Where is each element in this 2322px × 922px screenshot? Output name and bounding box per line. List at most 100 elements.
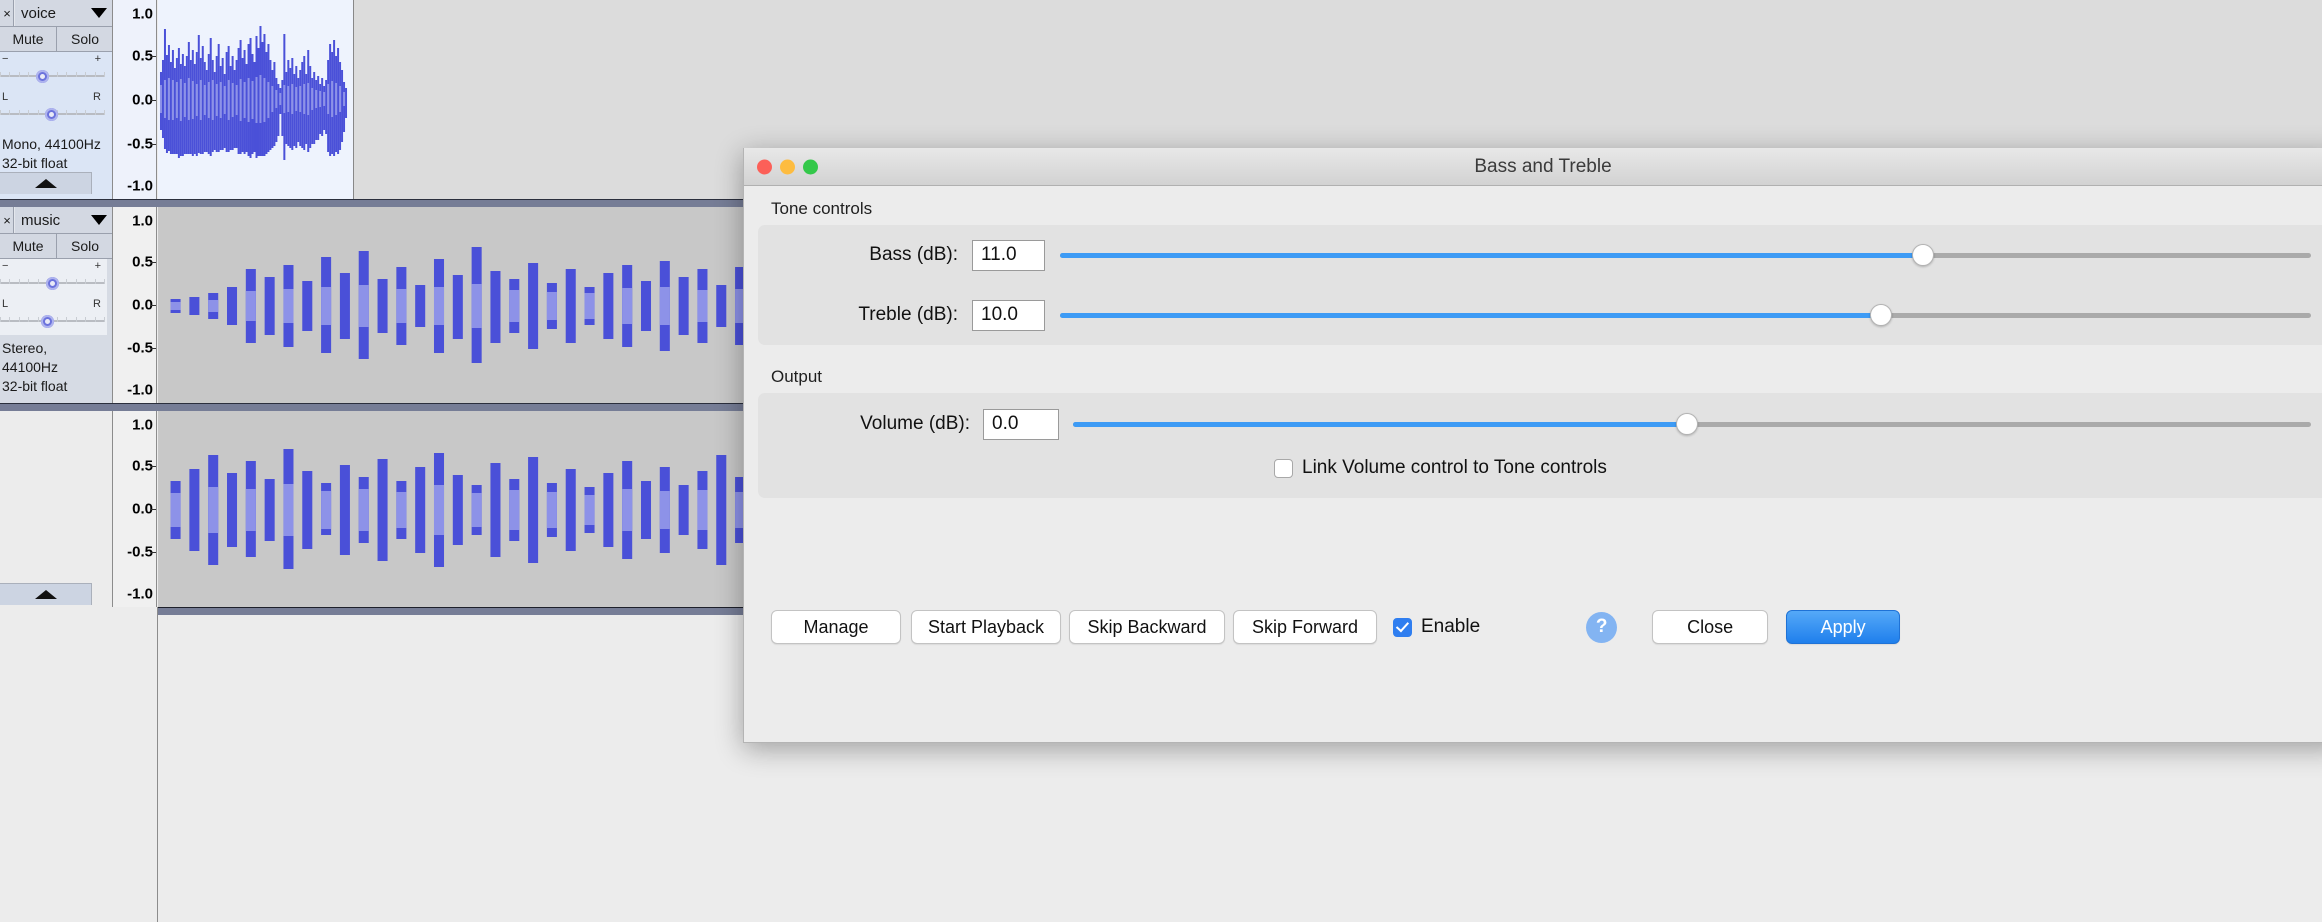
close-button[interactable]: Close — [1652, 610, 1769, 644]
gain-slider[interactable]: − + — [0, 52, 107, 90]
volume-slider[interactable] — [1073, 413, 2311, 435]
chevron-down-icon[interactable] — [91, 215, 107, 225]
solo-button[interactable]: Solo — [56, 27, 112, 51]
ruler-tick: -1.0 — [127, 381, 153, 399]
dialog-footer: Manage Start Playback Skip Backward Skip… — [771, 610, 2322, 644]
solo-button[interactable]: Solo — [56, 234, 112, 258]
skip-forward-button[interactable]: Skip Forward — [1233, 610, 1377, 644]
audio-clip-voice[interactable] — [158, 0, 354, 199]
gain-slider-labels: − + — [0, 259, 103, 273]
mute-solo-row: Mute Solo — [0, 27, 112, 52]
output-label: Output — [771, 367, 823, 386]
pan-slider-thumb[interactable] — [40, 315, 54, 328]
tone-controls-label: Tone controls — [771, 199, 873, 218]
track-sliders: − + L R — [0, 259, 107, 335]
track-name-dropdown[interactable]: voice — [14, 0, 112, 26]
track-format-line1: Stereo, 44100Hz — [2, 340, 59, 375]
mute-solo-row: Mute Solo — [0, 234, 112, 259]
track-panel-music-channel2[interactable] — [0, 411, 113, 607]
output-section: Output Volume (dB): 0.0 Link Volume cont… — [744, 345, 2322, 498]
ruler-tick: -0.5 — [127, 543, 153, 561]
pan-slider-track[interactable] — [0, 108, 105, 121]
ruler-tick: 0.5 — [132, 47, 153, 65]
pan-slider[interactable]: L R — [0, 297, 107, 335]
track-format-line1: Mono, 44100Hz — [2, 136, 101, 152]
output-group: Volume (dB): 0.0 Link Volume control to … — [758, 393, 2322, 498]
enable-label: Enable — [1421, 616, 1481, 637]
empty-panel-area — [0, 607, 158, 922]
pan-left-label: L — [2, 91, 9, 103]
close-track-icon[interactable]: × — [0, 207, 14, 233]
track-info: Mono, 44100Hz 32-bit float — [2, 135, 107, 173]
ruler-tick: 1.0 — [132, 416, 153, 434]
collapse-track-button[interactable] — [0, 583, 92, 605]
gain-slider[interactable]: − + — [0, 259, 107, 297]
track-name-dropdown[interactable]: music — [14, 207, 112, 233]
ruler-tick: 1.0 — [132, 5, 153, 23]
volume-label: Volume (dB): — [860, 413, 970, 434]
pan-right-label: R — [93, 298, 101, 310]
track-panel-voice[interactable]: × voice Mute Solo − + L R Mono, 44100Hz … — [0, 0, 113, 199]
ruler-tick: -0.5 — [127, 135, 153, 153]
bass-value-field[interactable]: 11.0 — [972, 239, 1045, 271]
gain-slider-track[interactable] — [0, 70, 105, 83]
pan-slider-track[interactable] — [0, 315, 105, 328]
volume-slider-thumb[interactable] — [1676, 413, 1699, 435]
link-volume-checkbox[interactable] — [1274, 458, 1293, 478]
link-checkbox-row: Link Volume control to Tone controls — [758, 455, 2322, 495]
treble-slider[interactable] — [1060, 304, 2311, 326]
bass-slider-fill — [1060, 253, 1924, 258]
gain-slider-ticks — [0, 72, 105, 80]
enable-checkbox[interactable] — [1393, 617, 1412, 637]
tone-controls-group: Bass (dB): 11.0 Treble (dB): 10.0 — [758, 225, 2322, 345]
pan-slider-labels: L R — [0, 90, 103, 104]
track-info: Stereo, 44100Hz 32-bit float — [2, 339, 107, 396]
dialog-titlebar[interactable]: Bass and Treble — [744, 148, 2322, 186]
ruler-tick: 0.0 — [132, 91, 153, 109]
bass-label: Bass (dB): — [869, 244, 958, 265]
pan-slider-thumb[interactable] — [45, 108, 59, 121]
arrow-up-icon — [34, 179, 57, 188]
track-format-line2: 32-bit float — [2, 154, 68, 171]
bass-slider-thumb[interactable] — [1912, 244, 1935, 266]
treble-slider-thumb[interactable] — [1869, 304, 1892, 326]
skip-backward-button[interactable]: Skip Backward — [1069, 610, 1225, 644]
bass-control-row: Bass (dB): 11.0 — [758, 225, 2322, 285]
treble-value-field[interactable]: 10.0 — [972, 299, 1045, 331]
ruler-tick: 0.5 — [132, 457, 153, 475]
bass-slider[interactable] — [1060, 244, 2311, 266]
gain-slider-thumb[interactable] — [46, 277, 60, 290]
chevron-down-icon[interactable] — [91, 8, 107, 18]
manage-button[interactable]: Manage — [771, 610, 901, 644]
volume-value-field[interactable]: 0.0 — [983, 408, 1059, 440]
mute-button[interactable]: Mute — [0, 27, 56, 51]
bass-and-treble-dialog[interactable]: Bass and Treble Tone controls Bass (dB):… — [743, 148, 2322, 743]
start-playback-button[interactable]: Start Playback — [911, 610, 1061, 644]
gain-minus-label: − — [2, 53, 9, 65]
link-volume-checkbox-group[interactable]: Link Volume control to Tone controls — [1274, 457, 1607, 479]
track-panel-music[interactable]: × music Mute Solo − + L R Stereo, 44100H… — [0, 207, 113, 403]
dialog-body: Tone controls Bass (dB): 11.0 Treble (dB… — [744, 186, 2322, 644]
treble-label: Treble (dB): — [858, 304, 958, 325]
minimize-window-icon[interactable] — [780, 159, 795, 174]
ruler-tick: 0.5 — [132, 253, 153, 271]
enable-checkbox-group[interactable]: Enable — [1393, 616, 1480, 638]
gain-slider-thumb[interactable] — [35, 70, 49, 83]
treble-control-row: Treble (dB): 10.0 — [758, 285, 2322, 345]
close-track-icon[interactable]: × — [0, 0, 14, 26]
track-format-line2: 32-bit float — [2, 377, 68, 394]
gain-plus-label: + — [94, 53, 101, 65]
help-button[interactable]: ? — [1586, 611, 1618, 643]
collapse-track-button[interactable] — [0, 172, 92, 194]
zoom-window-icon[interactable] — [803, 159, 818, 174]
gain-slider-track[interactable] — [0, 277, 105, 290]
close-window-icon[interactable] — [757, 159, 772, 174]
pan-slider[interactable]: L R — [0, 90, 107, 128]
apply-button[interactable]: Apply — [1786, 610, 1901, 644]
track-sliders: − + L R — [0, 52, 107, 128]
dialog-title: Bass and Treble — [1474, 155, 1612, 177]
waveform-graphic — [159, 26, 348, 160]
tone-controls-section: Tone controls Bass (dB): 11.0 Treble (dB… — [744, 186, 2322, 345]
pan-left-label: L — [2, 298, 9, 310]
mute-button[interactable]: Mute — [0, 234, 56, 258]
